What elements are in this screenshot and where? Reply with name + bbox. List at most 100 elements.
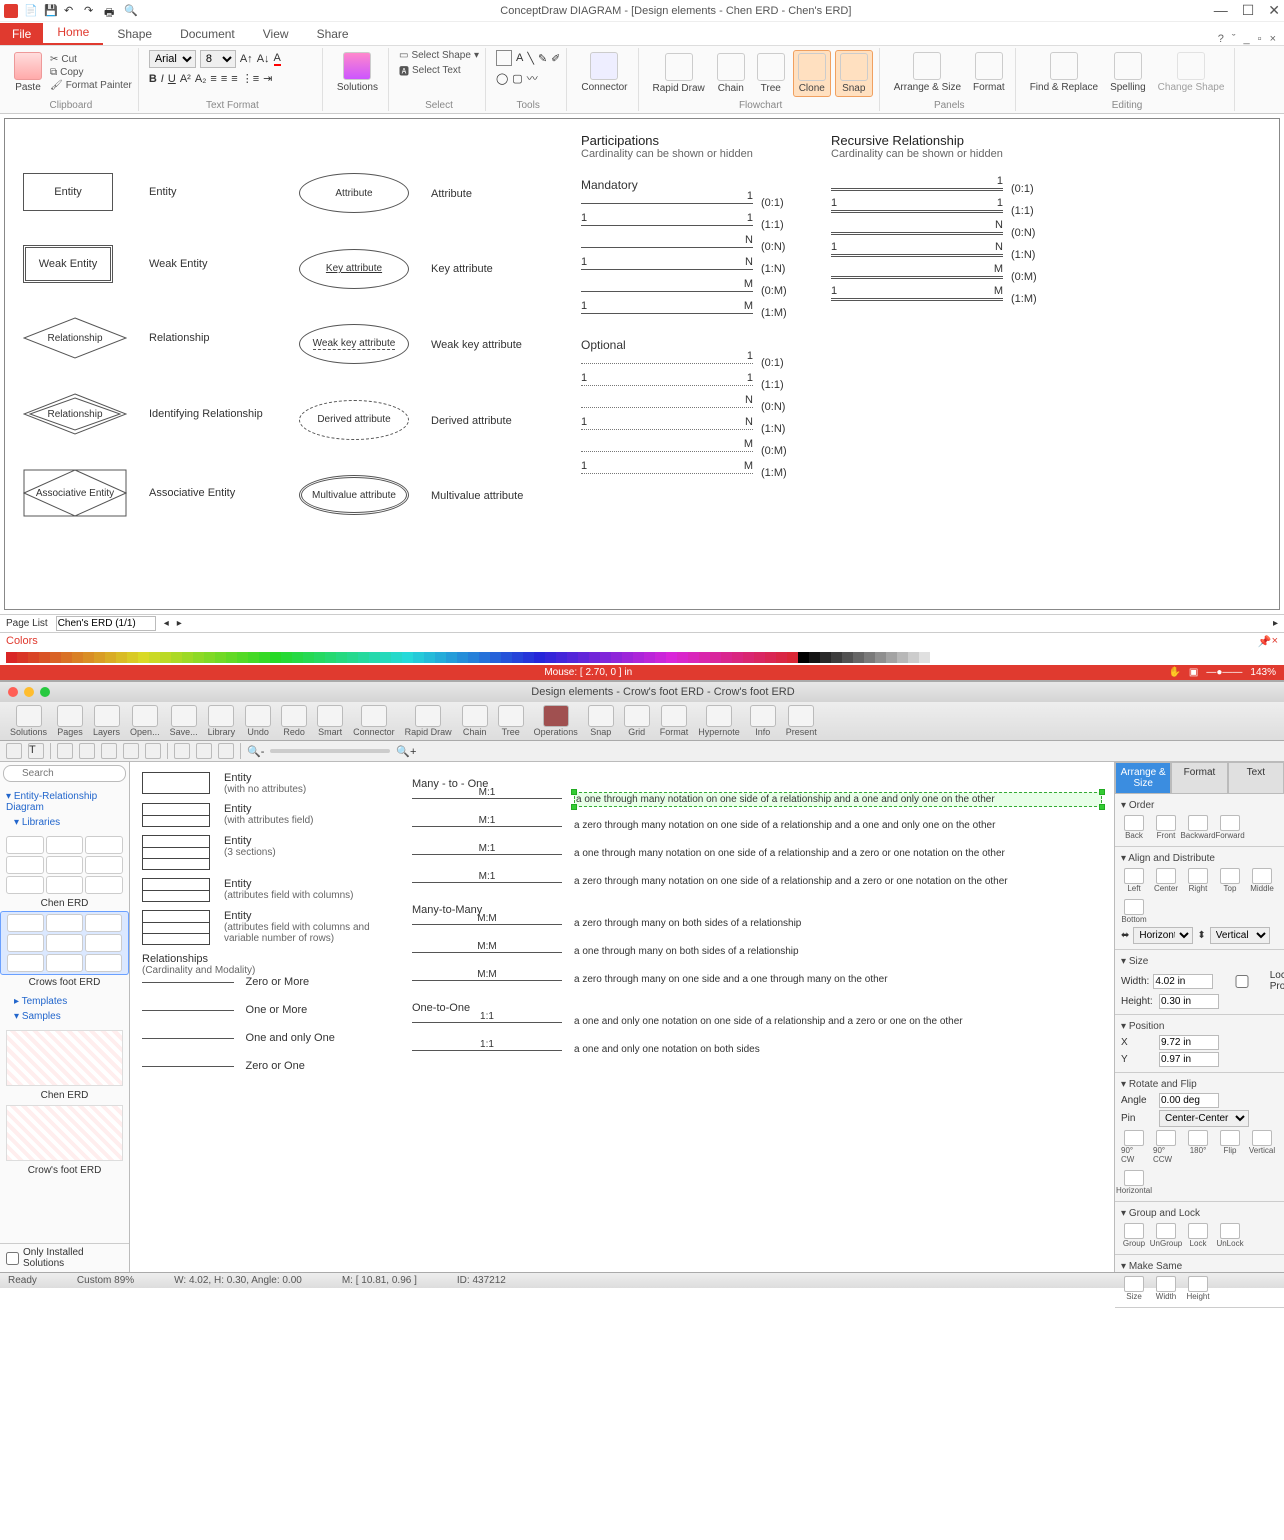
zoom-out-icon[interactable]: 🔍- (247, 745, 264, 758)
align-right-icon[interactable]: ≡ (231, 73, 237, 85)
tree-samples[interactable]: ▾ Samples (6, 1009, 123, 1024)
participation-row[interactable]: 1M(1:M) (581, 462, 801, 484)
ico-right[interactable]: Right (1185, 868, 1211, 893)
shape-multivalue-attribute[interactable]: Multivalue attribute (299, 475, 409, 515)
mtb-library[interactable]: Library (204, 704, 240, 738)
ico-size[interactable]: Size (1121, 1276, 1147, 1301)
font-family-select[interactable]: Arial (149, 50, 196, 68)
ico-ungroup[interactable]: UnGroup (1153, 1223, 1179, 1248)
tab-shape[interactable]: Shape (103, 23, 166, 45)
text-tool-icon[interactable]: T (28, 743, 44, 759)
participation-row[interactable]: N(0:N) (581, 236, 801, 258)
connector-curved-icon[interactable] (218, 743, 234, 759)
pencil-tool-icon[interactable] (145, 743, 161, 759)
cut-button[interactable]: ✂ Cut (50, 54, 132, 65)
tab-view[interactable]: View (249, 23, 303, 45)
participation-row[interactable]: N(0:N) (581, 396, 801, 418)
align-left-icon[interactable]: ≡ (210, 73, 216, 85)
indent-icon[interactable]: ⇥ (263, 72, 272, 85)
mtb-operations[interactable]: Operations (530, 704, 582, 738)
x-input[interactable] (1159, 1035, 1219, 1050)
shape-key-attribute[interactable]: Key attribute (299, 249, 409, 289)
zoom-slider[interactable]: —●—— (1206, 667, 1242, 678)
mtb-connector[interactable]: Connector (349, 704, 399, 738)
cf-relationship-row[interactable]: M:1a one through many notation on one si… (412, 792, 1102, 812)
underline-button[interactable]: U (168, 73, 176, 85)
connector-direct-icon[interactable] (196, 743, 212, 759)
mtb-info[interactable]: Info (746, 704, 780, 738)
mtb-layers[interactable]: Layers (89, 704, 124, 738)
qat-save-icon[interactable]: 💾 (44, 4, 58, 18)
cf-entity-shape[interactable]: Entity(attributes field with columns and… (142, 910, 392, 945)
participation-row[interactable]: M(0:M) (831, 266, 1051, 288)
ico-180-[interactable]: 180° (1185, 1130, 1211, 1164)
cf-modality-row[interactable]: Zero or One (142, 1060, 392, 1080)
rapid-draw-button[interactable]: Rapid Draw (649, 51, 709, 96)
ico-90-ccw[interactable]: 90° CCW (1153, 1130, 1179, 1164)
ico-bottom[interactable]: Bottom (1121, 899, 1147, 924)
tree-templates[interactable]: ▸ Templates (6, 994, 123, 1009)
sample-chen-thumb[interactable] (6, 1030, 123, 1086)
minimize-button[interactable]: — (1214, 2, 1228, 19)
participation-row[interactable]: 1N(1:N) (831, 244, 1051, 266)
shape-associative-entity[interactable]: Associative Entity (23, 469, 127, 517)
superscript-button[interactable]: A² (180, 73, 191, 85)
participation-row[interactable]: 11(1:1) (831, 200, 1051, 222)
ico-group[interactable]: Group (1121, 1223, 1147, 1248)
ico-left[interactable]: Left (1121, 868, 1147, 893)
lib-crow-thumb[interactable] (0, 911, 129, 975)
ico-front[interactable]: Front (1153, 815, 1179, 840)
mtb-undo[interactable]: Undo (241, 704, 275, 738)
sample-crow-thumb[interactable] (6, 1105, 123, 1161)
panel-makesame[interactable]: ▾ Make Same (1121, 1259, 1278, 1274)
shape-entity[interactable]: Entity (23, 173, 113, 211)
rect-tool-icon[interactable] (57, 743, 73, 759)
connector-button[interactable]: Connector (577, 50, 631, 95)
ico-unlock[interactable]: UnLock (1217, 1223, 1243, 1248)
tree-libraries[interactable]: ▾ Libraries (6, 815, 123, 830)
colors-close-icon[interactable]: × (1272, 635, 1278, 648)
cf-relationship-row[interactable]: 1:1a one and only one notation on one si… (412, 1016, 1102, 1036)
copy-button[interactable]: ⧉ Copy (50, 67, 132, 78)
panel-position[interactable]: ▾ Position (1121, 1019, 1278, 1034)
mtb-rapid-draw[interactable]: Rapid Draw (401, 704, 456, 738)
tool-text-icon[interactable]: A (516, 52, 523, 64)
qat-search-icon[interactable]: 🔍 (124, 4, 138, 18)
participation-row[interactable]: 1N(1:N) (581, 418, 801, 440)
participation-row[interactable]: 1M(1:M) (581, 302, 801, 324)
hand-tool-icon[interactable]: ✋ (1168, 667, 1180, 678)
angle-input[interactable] (1159, 1093, 1219, 1108)
tab-file[interactable]: File (0, 23, 43, 45)
doc-max-icon[interactable]: ▫ (1258, 33, 1262, 45)
arrange-size-button[interactable]: Arrange & Size (890, 50, 965, 95)
font-size-select[interactable]: 8 (200, 50, 236, 68)
mtb-grid[interactable]: Grid (620, 704, 654, 738)
mtb-snap[interactable]: Snap (584, 704, 618, 738)
change-shape-button[interactable]: Change Shape (1154, 50, 1229, 95)
participation-row[interactable]: 1N(1:N) (581, 258, 801, 280)
tree-button[interactable]: Tree (753, 51, 789, 96)
participation-row[interactable]: M(0:M) (581, 440, 801, 462)
mtb-hypernote[interactable]: Hypernote (694, 704, 744, 738)
tab-share[interactable]: Share (303, 23, 363, 45)
panel-align[interactable]: ▾ Align and Distribute (1121, 851, 1278, 866)
shape-weak-entity[interactable]: Weak Entity (23, 245, 113, 283)
pin-select[interactable]: Center-Center (1159, 1110, 1249, 1127)
doc-min-icon[interactable]: _ (1244, 33, 1250, 45)
tool-rounded-icon[interactable]: ▢ (512, 72, 522, 85)
shape-attribute[interactable]: Attribute (299, 173, 409, 213)
cf-relationship-row[interactable]: M:Ma zero through many on both sides of … (412, 918, 1102, 938)
collapse-ribbon-icon[interactable]: ˇ (1232, 33, 1236, 45)
chain-button[interactable]: Chain (713, 51, 749, 96)
find-replace-button[interactable]: Find & Replace (1026, 50, 1102, 95)
participation-row[interactable]: N(0:N) (831, 222, 1051, 244)
mac-canvas[interactable]: Entity(with no attributes)Entity(with at… (130, 762, 1114, 1272)
subscript-button[interactable]: A₂ (195, 73, 207, 85)
format-panel-button[interactable]: Format (969, 50, 1009, 95)
mtb-present[interactable]: Present (782, 704, 821, 738)
ico-flip[interactable]: Flip (1217, 1130, 1243, 1164)
ico-90-cw[interactable]: 90° CW (1121, 1130, 1147, 1164)
help-icon[interactable]: ? (1218, 33, 1224, 45)
paste-button[interactable]: Paste (10, 50, 46, 95)
ico-vertical[interactable]: Vertical (1249, 1130, 1275, 1164)
